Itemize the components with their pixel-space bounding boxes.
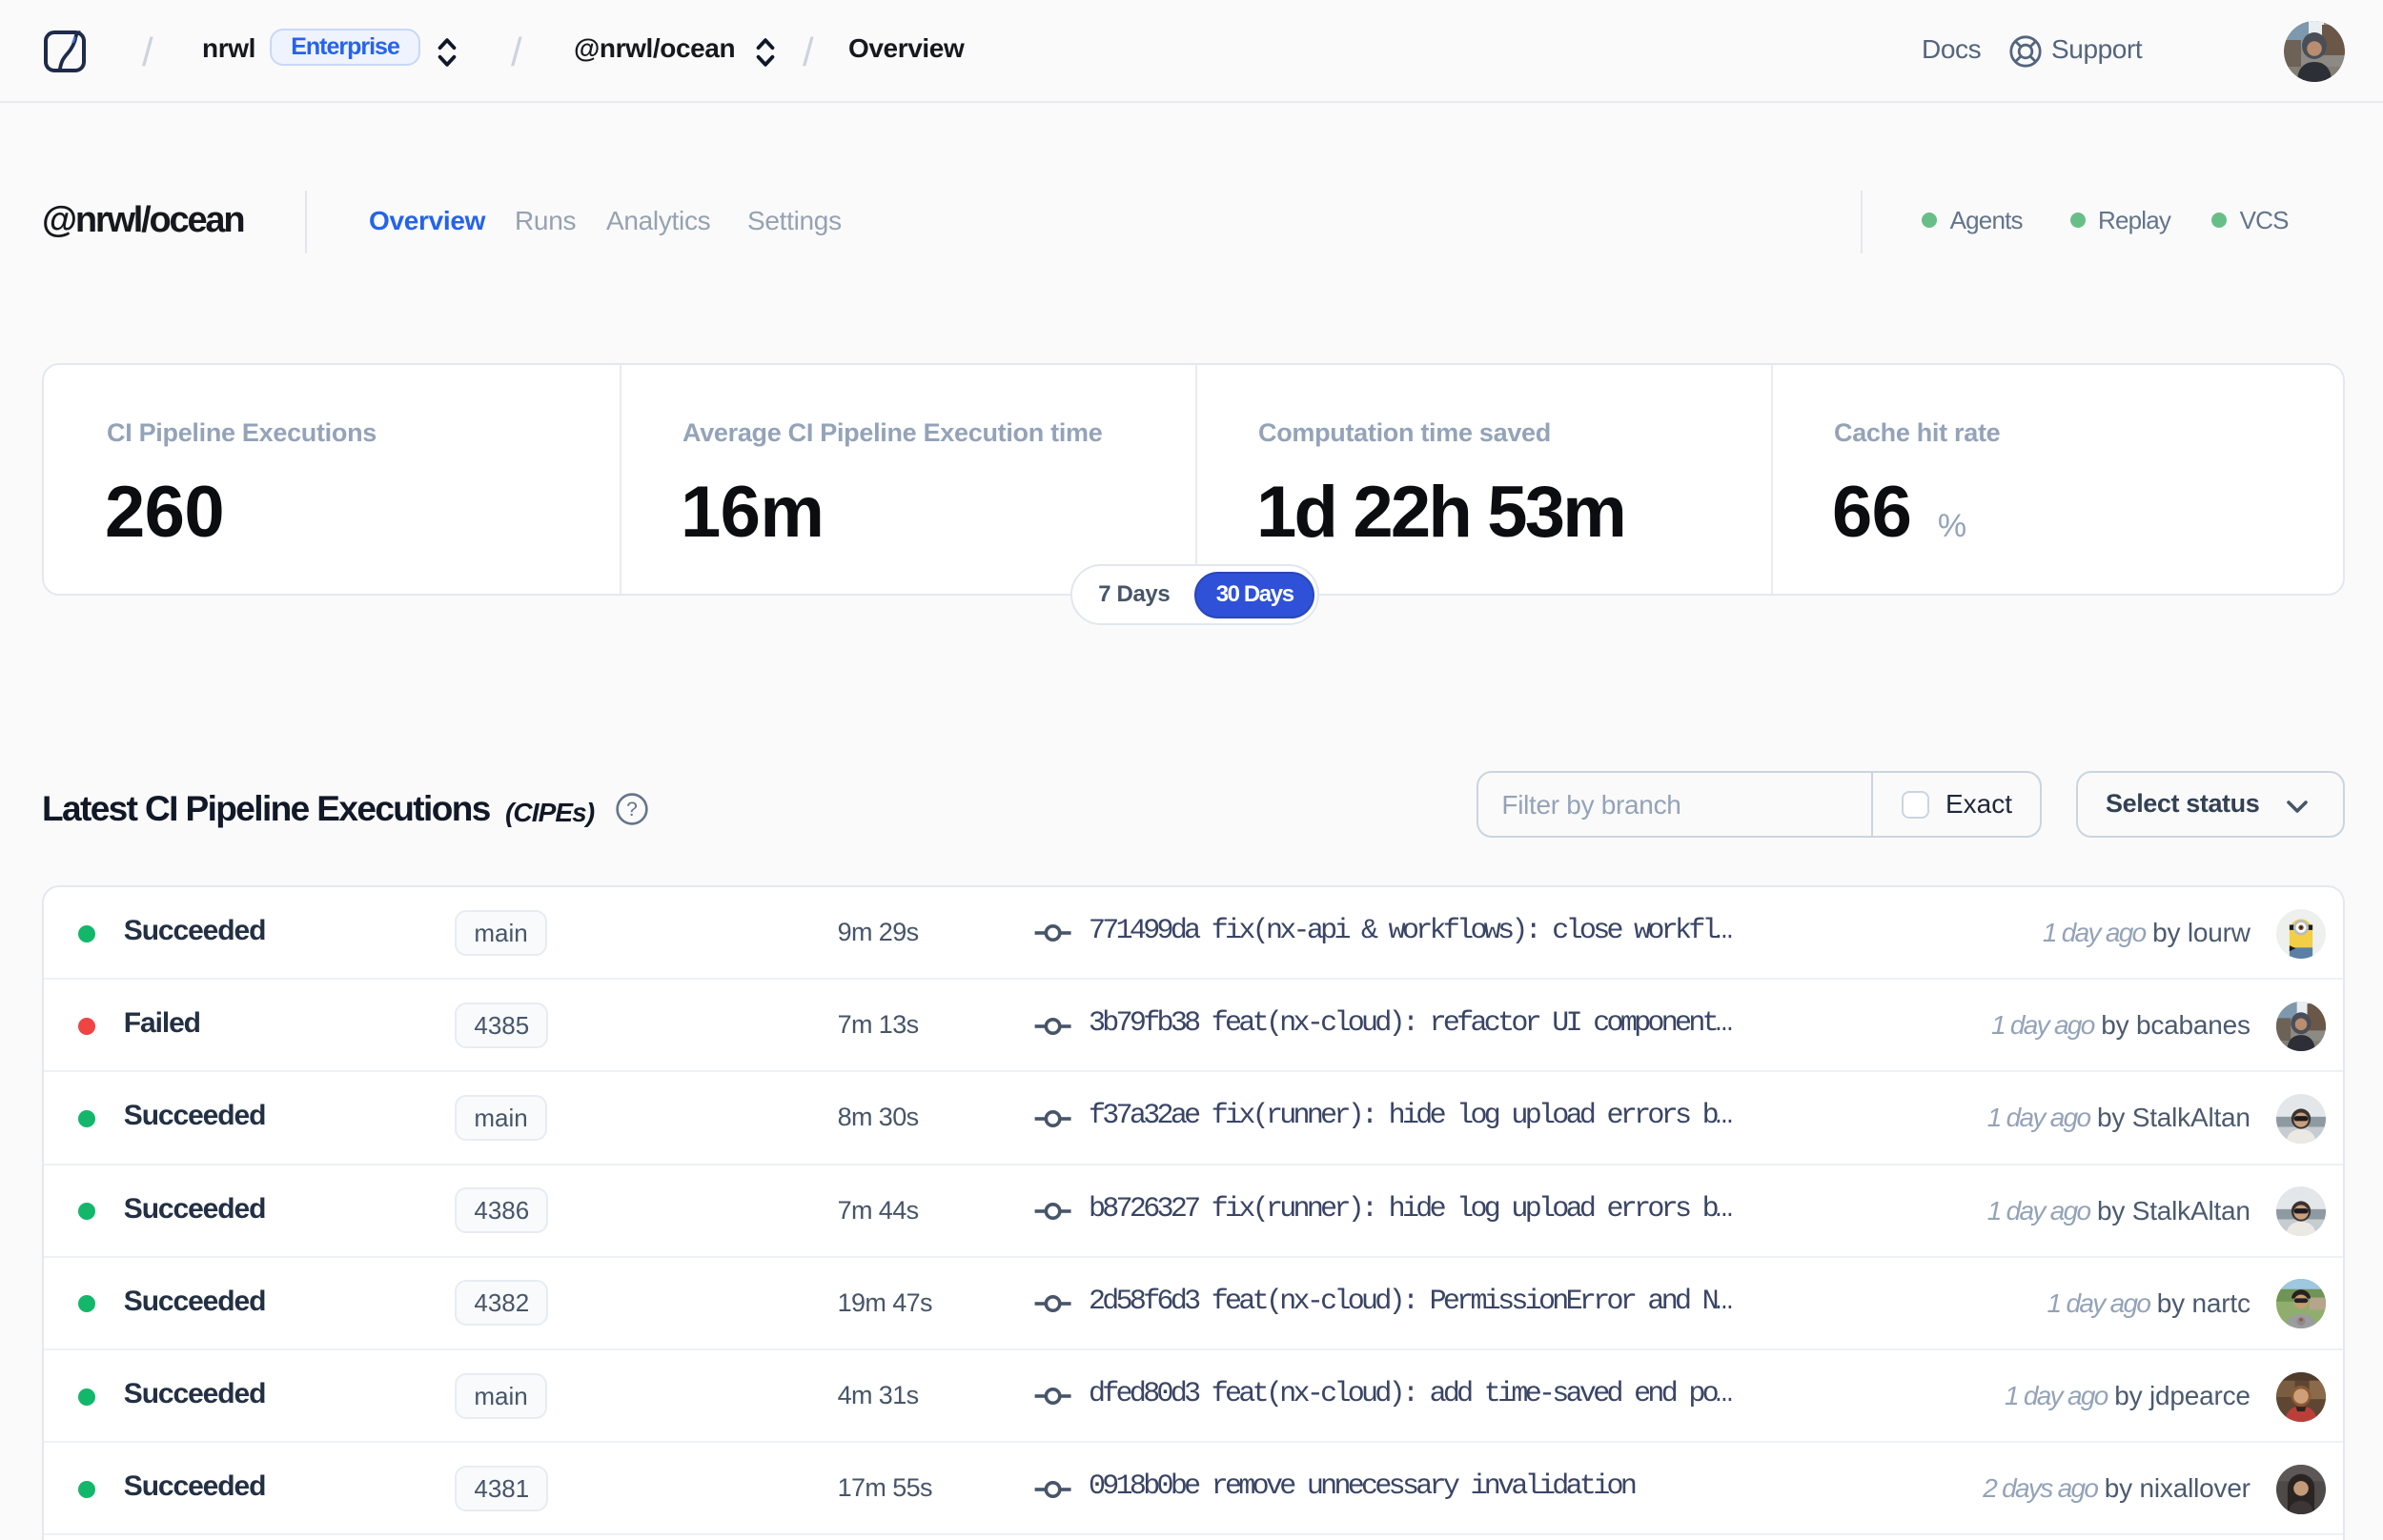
svg-text:?: ? (626, 799, 638, 821)
